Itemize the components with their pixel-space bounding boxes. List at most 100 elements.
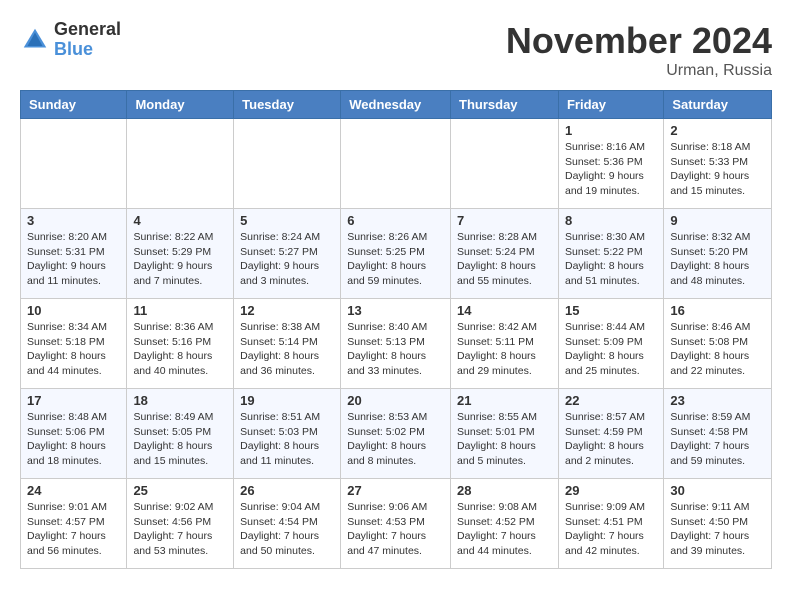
calendar-cell: 5 Sunrise: 8:24 AMSunset: 5:27 PMDayligh… [234, 209, 341, 299]
calendar-header-sunday: Sunday [21, 91, 127, 119]
calendar-cell: 30 Sunrise: 9:11 AMSunset: 4:50 PMDaylig… [664, 479, 772, 569]
day-info: Sunrise: 8:48 AMSunset: 5:06 PMDaylight:… [27, 410, 120, 469]
day-number: 19 [240, 393, 334, 408]
day-number: 5 [240, 213, 334, 228]
calendar-cell: 14 Sunrise: 8:42 AMSunset: 5:11 PMDaylig… [451, 299, 559, 389]
calendar-cell: 20 Sunrise: 8:53 AMSunset: 5:02 PMDaylig… [341, 389, 451, 479]
day-info: Sunrise: 8:24 AMSunset: 5:27 PMDaylight:… [240, 230, 334, 289]
day-number: 22 [565, 393, 657, 408]
day-number: 4 [133, 213, 227, 228]
calendar-cell: 3 Sunrise: 8:20 AMSunset: 5:31 PMDayligh… [21, 209, 127, 299]
calendar-cell [451, 119, 559, 209]
calendar-cell [341, 119, 451, 209]
day-info: Sunrise: 8:40 AMSunset: 5:13 PMDaylight:… [347, 320, 444, 379]
calendar-header-wednesday: Wednesday [341, 91, 451, 119]
logo: General Blue [20, 20, 121, 60]
day-info: Sunrise: 8:34 AMSunset: 5:18 PMDaylight:… [27, 320, 120, 379]
calendar-cell [127, 119, 234, 209]
day-info: Sunrise: 8:20 AMSunset: 5:31 PMDaylight:… [27, 230, 120, 289]
day-info: Sunrise: 8:59 AMSunset: 4:58 PMDaylight:… [670, 410, 765, 469]
month-title: November 2024 [506, 20, 772, 62]
day-info: Sunrise: 8:26 AMSunset: 5:25 PMDaylight:… [347, 230, 444, 289]
day-info: Sunrise: 8:22 AMSunset: 5:29 PMDaylight:… [133, 230, 227, 289]
calendar: SundayMondayTuesdayWednesdayThursdayFrid… [20, 90, 772, 569]
day-number: 15 [565, 303, 657, 318]
calendar-cell: 17 Sunrise: 8:48 AMSunset: 5:06 PMDaylig… [21, 389, 127, 479]
calendar-cell: 1 Sunrise: 8:16 AMSunset: 5:36 PMDayligh… [558, 119, 663, 209]
calendar-cell: 13 Sunrise: 8:40 AMSunset: 5:13 PMDaylig… [341, 299, 451, 389]
calendar-cell: 18 Sunrise: 8:49 AMSunset: 5:05 PMDaylig… [127, 389, 234, 479]
calendar-header-row: SundayMondayTuesdayWednesdayThursdayFrid… [21, 91, 772, 119]
calendar-cell: 2 Sunrise: 8:18 AMSunset: 5:33 PMDayligh… [664, 119, 772, 209]
day-info: Sunrise: 9:02 AMSunset: 4:56 PMDaylight:… [133, 500, 227, 559]
calendar-cell: 26 Sunrise: 9:04 AMSunset: 4:54 PMDaylig… [234, 479, 341, 569]
calendar-header-thursday: Thursday [451, 91, 559, 119]
day-info: Sunrise: 8:53 AMSunset: 5:02 PMDaylight:… [347, 410, 444, 469]
day-number: 25 [133, 483, 227, 498]
day-info: Sunrise: 8:51 AMSunset: 5:03 PMDaylight:… [240, 410, 334, 469]
day-info: Sunrise: 8:46 AMSunset: 5:08 PMDaylight:… [670, 320, 765, 379]
day-number: 6 [347, 213, 444, 228]
day-number: 3 [27, 213, 120, 228]
day-number: 23 [670, 393, 765, 408]
day-info: Sunrise: 8:16 AMSunset: 5:36 PMDaylight:… [565, 140, 657, 199]
day-number: 30 [670, 483, 765, 498]
calendar-cell: 22 Sunrise: 8:57 AMSunset: 4:59 PMDaylig… [558, 389, 663, 479]
logo-blue: Blue [54, 40, 121, 60]
logo-general: General [54, 20, 121, 40]
day-info: Sunrise: 8:55 AMSunset: 5:01 PMDaylight:… [457, 410, 552, 469]
day-info: Sunrise: 8:57 AMSunset: 4:59 PMDaylight:… [565, 410, 657, 469]
day-info: Sunrise: 8:44 AMSunset: 5:09 PMDaylight:… [565, 320, 657, 379]
calendar-week-2: 3 Sunrise: 8:20 AMSunset: 5:31 PMDayligh… [21, 209, 772, 299]
calendar-cell: 7 Sunrise: 8:28 AMSunset: 5:24 PMDayligh… [451, 209, 559, 299]
calendar-cell: 11 Sunrise: 8:36 AMSunset: 5:16 PMDaylig… [127, 299, 234, 389]
day-number: 17 [27, 393, 120, 408]
calendar-cell: 27 Sunrise: 9:06 AMSunset: 4:53 PMDaylig… [341, 479, 451, 569]
header: General Blue November 2024 Urman, Russia [20, 20, 772, 80]
calendar-cell: 9 Sunrise: 8:32 AMSunset: 5:20 PMDayligh… [664, 209, 772, 299]
day-number: 20 [347, 393, 444, 408]
calendar-cell: 25 Sunrise: 9:02 AMSunset: 4:56 PMDaylig… [127, 479, 234, 569]
day-number: 28 [457, 483, 552, 498]
calendar-cell [21, 119, 127, 209]
calendar-cell: 28 Sunrise: 9:08 AMSunset: 4:52 PMDaylig… [451, 479, 559, 569]
calendar-week-4: 17 Sunrise: 8:48 AMSunset: 5:06 PMDaylig… [21, 389, 772, 479]
day-number: 29 [565, 483, 657, 498]
day-number: 26 [240, 483, 334, 498]
day-number: 2 [670, 123, 765, 138]
day-number: 11 [133, 303, 227, 318]
day-info: Sunrise: 9:06 AMSunset: 4:53 PMDaylight:… [347, 500, 444, 559]
calendar-cell [234, 119, 341, 209]
calendar-header-friday: Friday [558, 91, 663, 119]
day-info: Sunrise: 9:09 AMSunset: 4:51 PMDaylight:… [565, 500, 657, 559]
logo-icon [20, 25, 50, 55]
day-info: Sunrise: 8:30 AMSunset: 5:22 PMDaylight:… [565, 230, 657, 289]
logo-text: General Blue [54, 20, 121, 60]
calendar-cell: 12 Sunrise: 8:38 AMSunset: 5:14 PMDaylig… [234, 299, 341, 389]
calendar-cell: 24 Sunrise: 9:01 AMSunset: 4:57 PMDaylig… [21, 479, 127, 569]
day-number: 9 [670, 213, 765, 228]
calendar-week-3: 10 Sunrise: 8:34 AMSunset: 5:18 PMDaylig… [21, 299, 772, 389]
day-info: Sunrise: 8:36 AMSunset: 5:16 PMDaylight:… [133, 320, 227, 379]
day-info: Sunrise: 9:08 AMSunset: 4:52 PMDaylight:… [457, 500, 552, 559]
calendar-cell: 15 Sunrise: 8:44 AMSunset: 5:09 PMDaylig… [558, 299, 663, 389]
day-info: Sunrise: 8:38 AMSunset: 5:14 PMDaylight:… [240, 320, 334, 379]
day-info: Sunrise: 8:18 AMSunset: 5:33 PMDaylight:… [670, 140, 765, 199]
day-number: 27 [347, 483, 444, 498]
day-number: 14 [457, 303, 552, 318]
location: Urman, Russia [506, 62, 772, 80]
title-area: November 2024 Urman, Russia [506, 20, 772, 80]
day-info: Sunrise: 8:42 AMSunset: 5:11 PMDaylight:… [457, 320, 552, 379]
day-number: 16 [670, 303, 765, 318]
day-number: 8 [565, 213, 657, 228]
day-info: Sunrise: 9:04 AMSunset: 4:54 PMDaylight:… [240, 500, 334, 559]
day-info: Sunrise: 8:32 AMSunset: 5:20 PMDaylight:… [670, 230, 765, 289]
day-number: 24 [27, 483, 120, 498]
day-info: Sunrise: 9:01 AMSunset: 4:57 PMDaylight:… [27, 500, 120, 559]
day-number: 1 [565, 123, 657, 138]
calendar-cell: 6 Sunrise: 8:26 AMSunset: 5:25 PMDayligh… [341, 209, 451, 299]
calendar-cell: 16 Sunrise: 8:46 AMSunset: 5:08 PMDaylig… [664, 299, 772, 389]
day-number: 13 [347, 303, 444, 318]
day-info: Sunrise: 8:28 AMSunset: 5:24 PMDaylight:… [457, 230, 552, 289]
calendar-cell: 19 Sunrise: 8:51 AMSunset: 5:03 PMDaylig… [234, 389, 341, 479]
